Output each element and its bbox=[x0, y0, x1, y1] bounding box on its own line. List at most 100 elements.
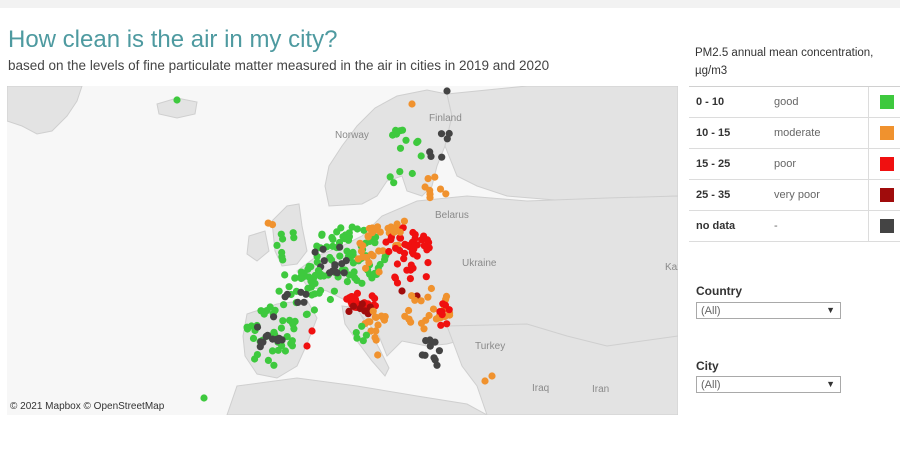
city-marker[interactable] bbox=[424, 293, 432, 301]
city-marker[interactable] bbox=[289, 229, 297, 237]
chevron-down-icon[interactable]: ▼ bbox=[826, 379, 835, 389]
city-marker[interactable] bbox=[305, 262, 313, 270]
city-marker[interactable] bbox=[408, 169, 416, 178]
city-marker[interactable] bbox=[366, 318, 374, 326]
city-marker[interactable] bbox=[260, 310, 268, 318]
city-marker[interactable] bbox=[358, 322, 366, 330]
city-marker[interactable] bbox=[432, 315, 440, 323]
city-marker[interactable] bbox=[253, 323, 262, 331]
city-marker[interactable] bbox=[396, 144, 405, 152]
city-marker[interactable] bbox=[369, 252, 377, 260]
city-marker[interactable] bbox=[430, 354, 438, 362]
city-marker[interactable] bbox=[277, 230, 285, 238]
city-marker[interactable] bbox=[431, 173, 439, 181]
city-marker[interactable] bbox=[283, 290, 291, 298]
city-marker[interactable] bbox=[488, 372, 496, 380]
city-marker[interactable] bbox=[353, 334, 361, 342]
city-marker[interactable] bbox=[311, 271, 319, 279]
city-marker[interactable] bbox=[275, 334, 283, 342]
city-marker[interactable] bbox=[426, 186, 434, 194]
city-marker[interactable] bbox=[359, 337, 367, 345]
city-marker[interactable] bbox=[291, 317, 299, 325]
city-marker[interactable] bbox=[347, 293, 355, 301]
city-marker[interactable] bbox=[408, 292, 416, 300]
city-marker[interactable] bbox=[445, 306, 453, 314]
city-marker[interactable] bbox=[413, 138, 421, 147]
city-marker[interactable] bbox=[401, 312, 409, 320]
city-marker[interactable] bbox=[264, 219, 272, 227]
city-marker[interactable] bbox=[173, 96, 181, 104]
city-marker[interactable] bbox=[431, 338, 439, 346]
city-marker[interactable] bbox=[411, 234, 419, 243]
city-marker[interactable] bbox=[280, 301, 288, 309]
city-marker[interactable] bbox=[374, 351, 382, 359]
legend-row-good[interactable]: 0 - 10 good bbox=[689, 87, 900, 118]
city-marker[interactable] bbox=[302, 310, 310, 319]
city-marker[interactable] bbox=[406, 275, 414, 283]
city-marker[interactable] bbox=[275, 287, 283, 295]
city-marker[interactable] bbox=[422, 273, 430, 281]
chevron-down-icon[interactable]: ▼ bbox=[826, 305, 835, 315]
map-view[interactable]: Norway Finland Belarus Ukraine Turkey Ir… bbox=[7, 86, 678, 415]
city-marker[interactable] bbox=[411, 242, 419, 250]
city-marker[interactable] bbox=[340, 269, 348, 277]
city-marker[interactable] bbox=[329, 235, 337, 243]
city-marker[interactable] bbox=[356, 239, 364, 247]
city-marker[interactable] bbox=[343, 247, 351, 255]
city-marker[interactable] bbox=[386, 173, 394, 181]
city-marker[interactable] bbox=[426, 194, 434, 202]
city-marker[interactable] bbox=[437, 130, 446, 138]
city-marker[interactable] bbox=[402, 136, 410, 144]
city-marker[interactable] bbox=[257, 338, 265, 346]
city-marker[interactable] bbox=[393, 260, 401, 268]
city-marker[interactable] bbox=[277, 324, 285, 332]
city-marker[interactable] bbox=[387, 236, 395, 244]
city-marker[interactable] bbox=[409, 250, 417, 258]
city-marker[interactable] bbox=[290, 325, 298, 333]
city-marker[interactable] bbox=[299, 273, 307, 281]
city-marker[interactable] bbox=[369, 307, 377, 315]
city-marker[interactable] bbox=[435, 347, 443, 355]
city-marker[interactable] bbox=[249, 334, 258, 342]
city-marker[interactable] bbox=[427, 284, 435, 293]
city-marker[interactable] bbox=[200, 394, 208, 402]
city-marker[interactable] bbox=[396, 168, 404, 176]
city-marker[interactable] bbox=[350, 268, 358, 276]
city-marker[interactable] bbox=[303, 342, 311, 350]
city-marker[interactable] bbox=[398, 287, 406, 295]
city-marker[interactable] bbox=[393, 220, 401, 228]
city-marker[interactable] bbox=[326, 295, 334, 304]
city-marker[interactable] bbox=[443, 135, 451, 143]
city-marker[interactable] bbox=[345, 229, 353, 237]
city-marker[interactable] bbox=[291, 274, 299, 282]
city-marker[interactable] bbox=[294, 298, 302, 306]
city-marker[interactable] bbox=[270, 361, 278, 369]
city-marker[interactable] bbox=[400, 217, 408, 225]
city-marker[interactable] bbox=[336, 252, 344, 260]
city-marker[interactable] bbox=[380, 316, 388, 324]
city-marker[interactable] bbox=[279, 256, 287, 264]
city-marker[interactable] bbox=[396, 246, 404, 255]
city-marker[interactable] bbox=[319, 245, 327, 253]
city-marker[interactable] bbox=[481, 377, 489, 385]
city-marker[interactable] bbox=[396, 228, 404, 236]
city-marker[interactable] bbox=[436, 185, 445, 193]
city-marker[interactable] bbox=[398, 126, 407, 134]
city-marker[interactable] bbox=[270, 313, 278, 321]
city-marker[interactable] bbox=[371, 239, 379, 247]
legend-row-moderate[interactable]: 10 - 15 moderate bbox=[689, 118, 900, 149]
city-filter-select[interactable]: (All) ▼ bbox=[696, 376, 841, 393]
legend-row-very-poor[interactable]: 25 - 35 very poor bbox=[689, 180, 900, 211]
legend-row-poor[interactable]: 15 - 25 poor bbox=[689, 149, 900, 180]
city-marker[interactable] bbox=[438, 153, 446, 161]
city-marker[interactable] bbox=[302, 290, 310, 298]
city-marker[interactable] bbox=[320, 257, 328, 265]
city-marker[interactable] bbox=[426, 148, 434, 156]
city-marker[interactable] bbox=[408, 100, 416, 108]
city-marker[interactable] bbox=[331, 261, 339, 269]
city-marker[interactable] bbox=[420, 242, 428, 250]
city-marker[interactable] bbox=[375, 247, 383, 255]
city-marker[interactable] bbox=[375, 268, 383, 276]
city-marker[interactable] bbox=[424, 259, 432, 267]
city-marker[interactable] bbox=[308, 327, 316, 335]
